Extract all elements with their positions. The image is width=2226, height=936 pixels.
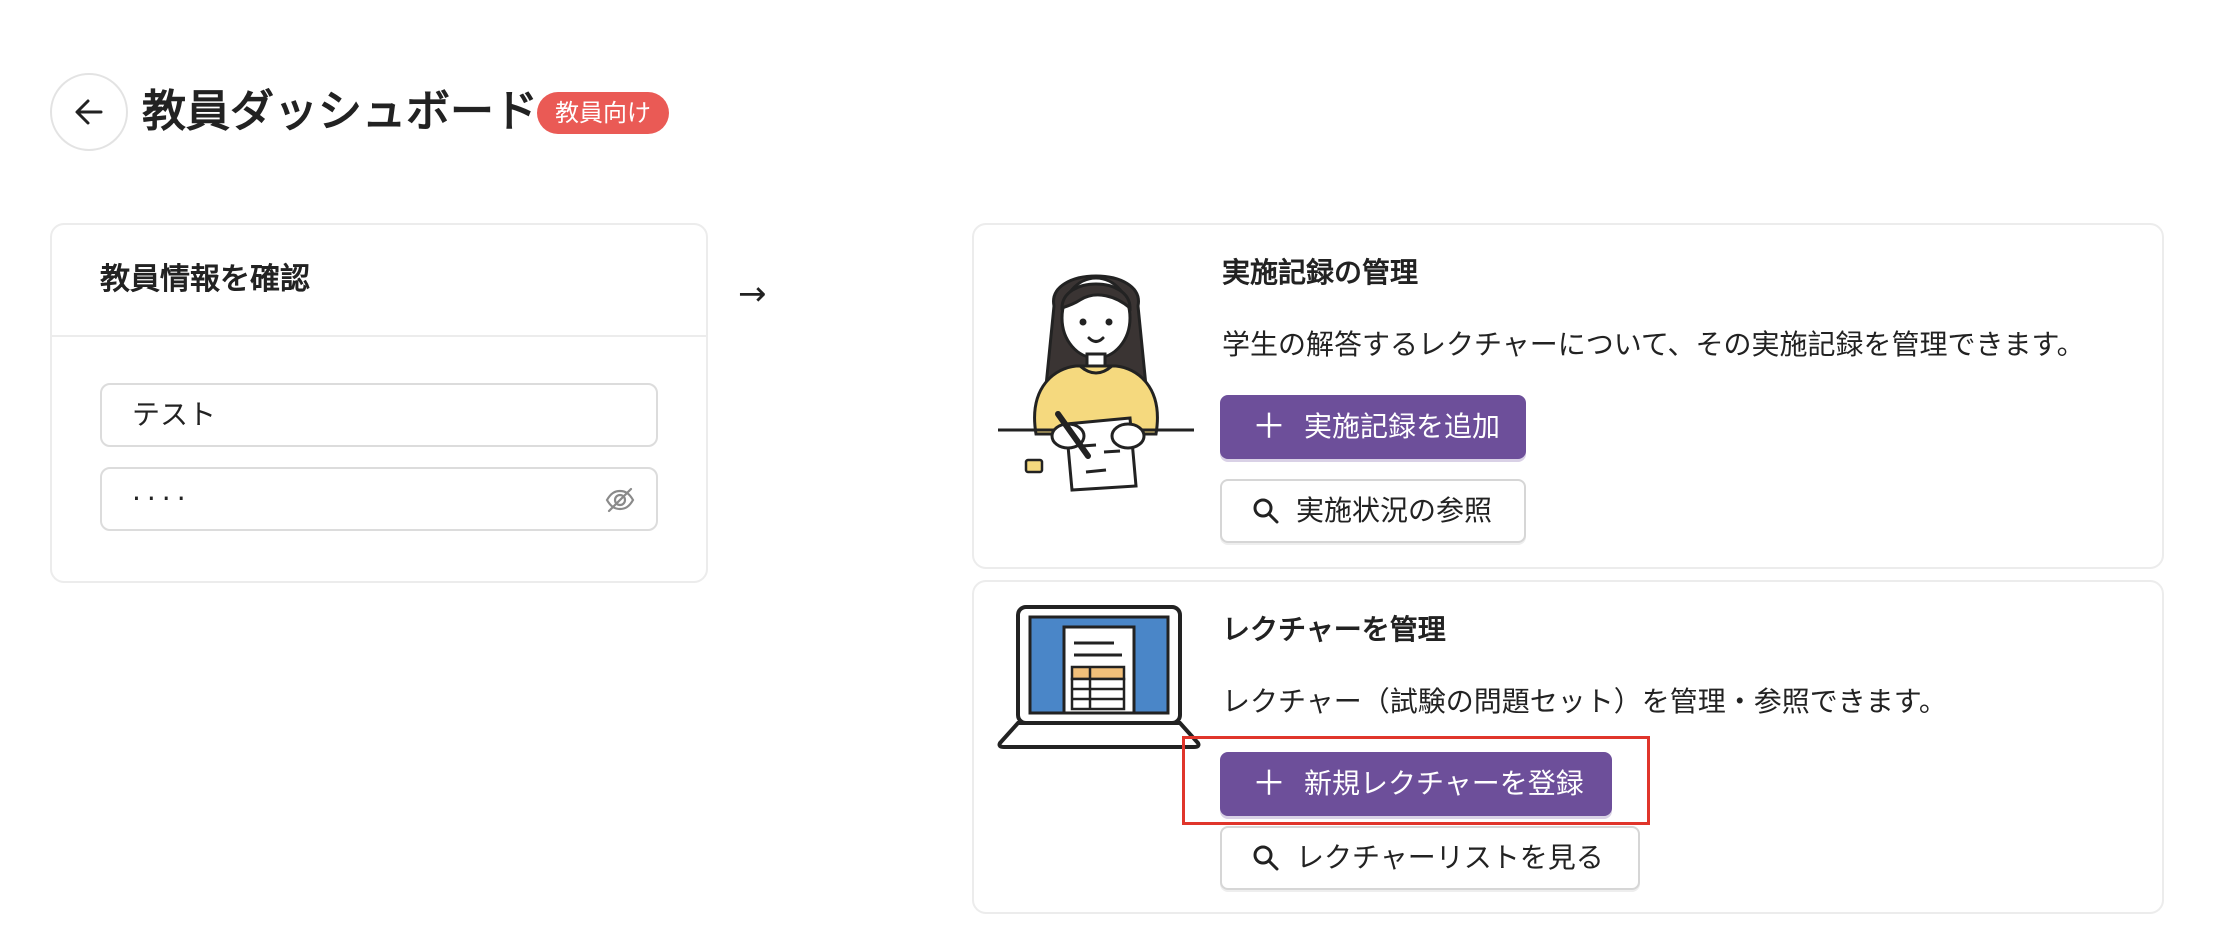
laptop-document-illustration xyxy=(997,605,1201,749)
teacher-info-title: 教員情報を確認 xyxy=(100,262,310,297)
back-button[interactable] xyxy=(50,73,128,151)
teacher-name-field[interactable]: テスト xyxy=(100,383,658,447)
view-lectures-label: レクチャーリストを見る xyxy=(1296,841,1604,874)
records-description: 学生の解答するレクチャーについて、その実施記録を管理できます。 xyxy=(1222,328,2085,361)
flow-arrow: → xyxy=(738,274,767,314)
page-title: 教員ダッシュボード xyxy=(142,86,538,137)
search-icon xyxy=(1253,498,1279,524)
add-record-label: 実施記録を追加 xyxy=(1304,410,1501,443)
eye-off-icon xyxy=(605,487,635,513)
lectures-title: レクチャーを管理 xyxy=(1222,613,1446,646)
arrow-left-icon xyxy=(75,99,103,125)
divider xyxy=(52,335,706,337)
add-record-button[interactable]: ＋ 実施記録を追加 xyxy=(1220,395,1526,459)
student-writing-illustration xyxy=(998,274,1194,492)
password-field[interactable]: ···· xyxy=(100,467,658,531)
records-title: 実施記録の管理 xyxy=(1222,256,1419,289)
highlight-box xyxy=(1182,736,1650,825)
password-toggle[interactable] xyxy=(604,484,636,516)
plus-icon: ＋ xyxy=(1252,407,1286,447)
view-records-button[interactable]: 実施状況の参照 xyxy=(1220,479,1526,543)
lectures-description: レクチャー（試験の問題セット）を管理・参照できます。 xyxy=(1222,685,1947,718)
search-icon xyxy=(1253,845,1279,871)
role-badge: 教員向け xyxy=(537,92,669,134)
view-records-label: 実施状況の参照 xyxy=(1296,494,1493,527)
view-lectures-button[interactable]: レクチャーリストを見る xyxy=(1220,826,1640,890)
